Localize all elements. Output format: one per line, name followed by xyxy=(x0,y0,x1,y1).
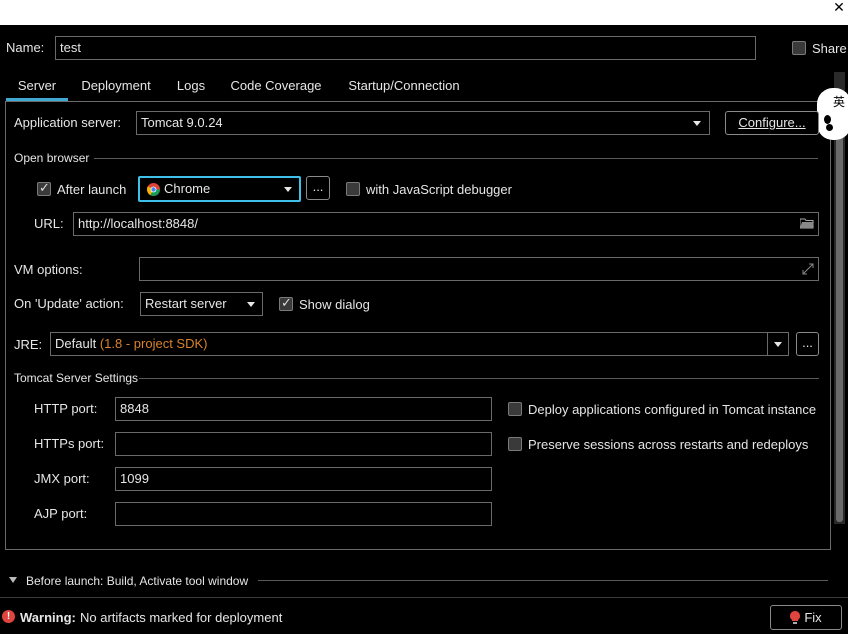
on-update-value: Restart server xyxy=(145,296,227,311)
share-checkbox[interactable] xyxy=(792,41,806,55)
http-port-input[interactable]: 8848 xyxy=(115,397,492,421)
jre-select[interactable]: Default (1.8 - project SDK) xyxy=(50,332,789,356)
expand-icon[interactable] xyxy=(802,263,814,275)
ime-char: 英 xyxy=(833,95,846,109)
scrollbar-thumb[interactable] xyxy=(836,94,843,522)
warning-prefix: Warning: xyxy=(20,610,76,625)
browser-select[interactable]: Chrome xyxy=(138,176,301,202)
js-debugger-label: with JavaScript debugger xyxy=(366,182,512,197)
folder-icon[interactable] xyxy=(800,218,814,229)
deploy-applications-label: Deploy applications configured in Tomcat… xyxy=(528,402,817,417)
http-port-label: HTTP port: xyxy=(34,401,98,416)
after-launch-checkbox[interactable] xyxy=(37,180,51,196)
expand-triangle-icon[interactable] xyxy=(9,577,17,583)
configure-button[interactable]: Configure... xyxy=(725,111,819,135)
open-browser-divider xyxy=(94,158,818,159)
ajp-port-input[interactable] xyxy=(115,502,492,526)
chevron-down-icon xyxy=(247,302,255,307)
preserve-sessions-label: Preserve sessions across restarts and re… xyxy=(528,437,809,452)
tab-deployment[interactable]: Deployment xyxy=(74,73,158,101)
jre-hint: (1.8 - project SDK) xyxy=(99,336,208,351)
title-bar xyxy=(0,0,848,25)
chrome-icon xyxy=(147,183,160,196)
before-launch-divider xyxy=(258,580,828,581)
url-value: http://localhost:8848/ xyxy=(78,216,198,231)
fix-label: Fix xyxy=(804,610,822,625)
footer-divider xyxy=(0,597,848,598)
jmx-port-input[interactable]: 1099 xyxy=(115,467,492,491)
jre-value: Default xyxy=(55,336,97,351)
close-icon[interactable]: ✕ xyxy=(832,0,846,14)
vm-options-label: VM options: xyxy=(14,262,83,277)
https-port-input[interactable] xyxy=(115,432,492,456)
ajp-port-label: AJP port: xyxy=(34,506,88,521)
tomcat-settings-divider xyxy=(139,378,819,379)
ime-badge: 英 xyxy=(817,88,848,140)
ime-eye-icon xyxy=(824,115,831,124)
open-browser-title: Open browser xyxy=(14,151,90,165)
jmx-port-label: JMX port: xyxy=(34,471,90,486)
app-server-value: Tomcat 9.0.24 xyxy=(141,115,223,130)
fix-button[interactable]: Fix xyxy=(770,605,842,630)
name-label: Name: xyxy=(6,40,45,55)
warning-message: No artifacts marked for deployment xyxy=(80,610,283,625)
chevron-down-icon xyxy=(284,187,292,192)
url-input[interactable]: http://localhost:8848/ xyxy=(73,212,819,236)
after-launch-label: After launch xyxy=(57,182,127,197)
tab-logs[interactable]: Logs xyxy=(168,73,214,101)
app-server-label: Application server: xyxy=(14,115,121,130)
preserve-sessions-checkbox[interactable] xyxy=(508,437,522,451)
configure-label: Configure... xyxy=(738,115,806,130)
lightbulb-icon xyxy=(790,611,801,624)
url-label: URL: xyxy=(34,216,64,231)
chevron-down-icon xyxy=(774,342,782,347)
name-input[interactable]: test xyxy=(55,36,756,60)
jre-select-divider xyxy=(767,333,768,355)
tab-server[interactable]: Server xyxy=(6,73,68,101)
tab-code-coverage[interactable]: Code Coverage xyxy=(222,73,330,101)
js-debugger-checkbox[interactable] xyxy=(346,182,360,196)
show-dialog-label: Show dialog xyxy=(299,297,370,312)
browser-more-button[interactable]: ... xyxy=(306,176,330,200)
before-launch-label[interactable]: Before launch: Build, Activate tool wind… xyxy=(26,574,248,588)
vm-options-input[interactable] xyxy=(139,257,819,281)
tab-startup-connection[interactable]: Startup/Connection xyxy=(340,73,468,101)
app-server-select[interactable]: Tomcat 9.0.24 xyxy=(136,111,710,135)
tomcat-settings-title: Tomcat Server Settings xyxy=(14,371,139,385)
show-dialog-checkbox[interactable] xyxy=(279,295,293,311)
ime-dot-icon xyxy=(826,124,833,131)
browser-value: Chrome xyxy=(164,181,211,196)
jre-more-button[interactable]: ... xyxy=(796,332,819,356)
jre-label: JRE: xyxy=(14,337,43,352)
chevron-down-icon xyxy=(693,121,701,126)
on-update-label: On 'Update' action: xyxy=(14,296,124,311)
https-port-label: HTTPs port: xyxy=(34,436,105,451)
warning-icon: ! xyxy=(2,610,15,623)
on-update-select[interactable]: Restart server xyxy=(140,292,263,316)
share-label: Share xyxy=(812,41,847,56)
deploy-applications-checkbox[interactable] xyxy=(508,402,522,416)
